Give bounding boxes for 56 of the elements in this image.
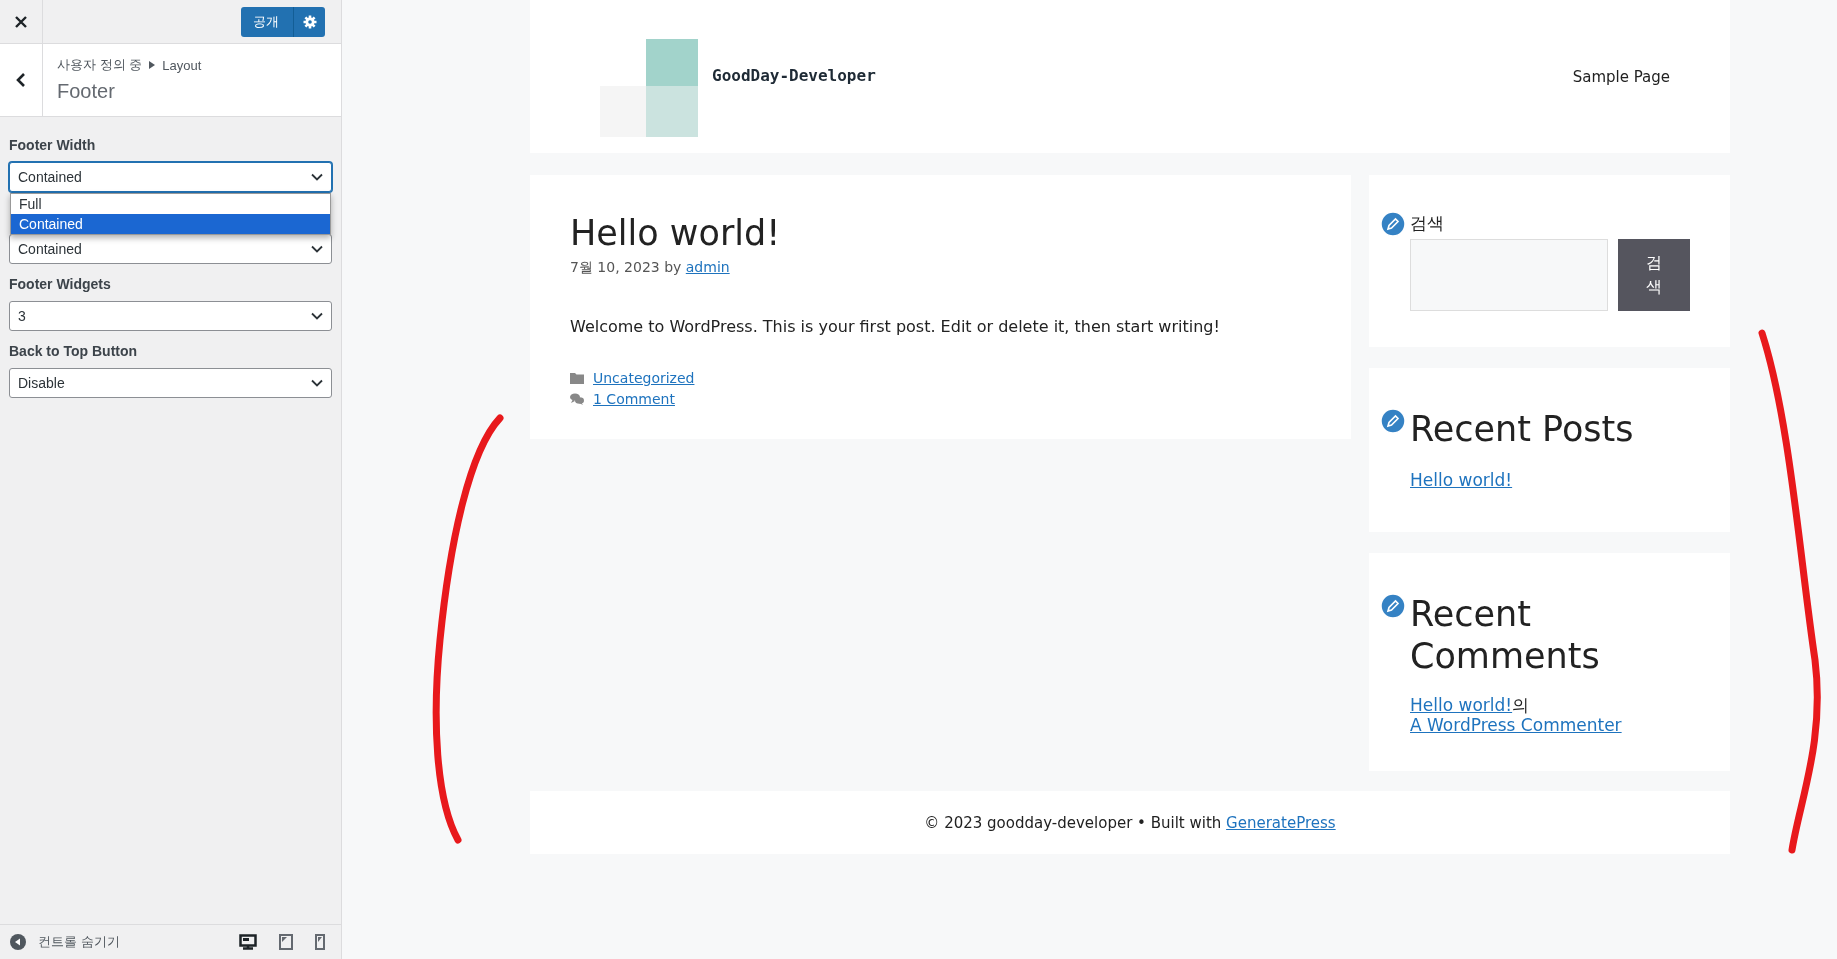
breadcrumb-section: Layout [162, 57, 202, 73]
post-link[interactable]: Hello world! [1410, 695, 1513, 715]
monitor-icon [239, 934, 257, 950]
logo-icon [600, 39, 698, 137]
chevron-icon [311, 245, 323, 253]
section-title: Footer [57, 80, 116, 103]
back-icon [16, 72, 26, 88]
control-label: Footer Widgets [9, 276, 112, 292]
category-link[interactable]: Uncategorized [593, 370, 695, 386]
publish-button[interactable]: 공개 [241, 6, 293, 37]
post-title: Hello world! [570, 213, 782, 253]
dropdown-option[interactable]: Contained [11, 214, 330, 234]
mobile-preview-button[interactable] [315, 934, 325, 950]
post-body: Welcome to WordPress. This is your first post. Edit or delete it, then start writing! [570, 317, 1221, 336]
widget-title: 검색 [1410, 212, 1445, 235]
copyright-text: © 2023 goodday-developer • Built with GeneratePress [924, 813, 1336, 832]
comments-icon [570, 393, 584, 405]
pencil-icon[interactable] [1380, 593, 1406, 619]
tablet-preview-button[interactable] [279, 934, 293, 950]
dropdown-option[interactable]: Full [11, 194, 330, 214]
chevron-icon [311, 379, 323, 387]
tablet-icon [279, 934, 293, 950]
control-label: Back to Top Button [9, 343, 139, 359]
nav-link[interactable]: Sample Page [1572, 68, 1670, 86]
recent-comment: Hello world!의 A WordPress Commenter [1410, 695, 1623, 735]
settings-icon [302, 14, 317, 29]
theme-link[interactable]: GeneratePress [1226, 813, 1336, 832]
byline: by [664, 259, 682, 275]
post-date: 7월 10, 2023 [570, 259, 660, 275]
pencil-icon[interactable] [1380, 211, 1406, 237]
widget-title: Recent Posts [1410, 408, 1635, 450]
collapse-icon [10, 934, 26, 950]
post-link[interactable]: Hello world! [1410, 470, 1690, 496]
search-button[interactable]: 검 색 [1618, 239, 1690, 311]
comments-link[interactable]: 1 Comment [593, 391, 675, 407]
breadcrumb-parent: 사용자 정의 중 [57, 56, 143, 74]
select-field[interactable]: 3 [9, 301, 332, 331]
author-link[interactable]: A WordPress Commenter [1410, 715, 1622, 735]
folder-icon [570, 372, 584, 384]
phone-icon [315, 934, 325, 950]
close-icon [14, 14, 28, 29]
settings-button[interactable] [293, 6, 325, 37]
select-field[interactable]: Contained [9, 234, 332, 264]
hide-controls-button[interactable]: 컨트롤 숨기기 [10, 933, 120, 951]
select-field[interactable]: Contained [9, 162, 332, 192]
site-title[interactable]: GoodDay-Developer [712, 66, 876, 85]
search-field[interactable] [1410, 239, 1608, 311]
chevron-icon [311, 173, 323, 181]
pencil-icon[interactable] [1380, 408, 1406, 434]
desktop-preview-button[interactable] [239, 934, 257, 950]
author-link[interactable]: admin [685, 259, 730, 275]
chevron-icon [311, 312, 323, 320]
select-field[interactable]: Disable [9, 368, 332, 398]
widget-title: Recent Comments [1410, 593, 1600, 677]
triangle-icon [149, 61, 156, 69]
control-label: Footer Width [9, 137, 97, 153]
